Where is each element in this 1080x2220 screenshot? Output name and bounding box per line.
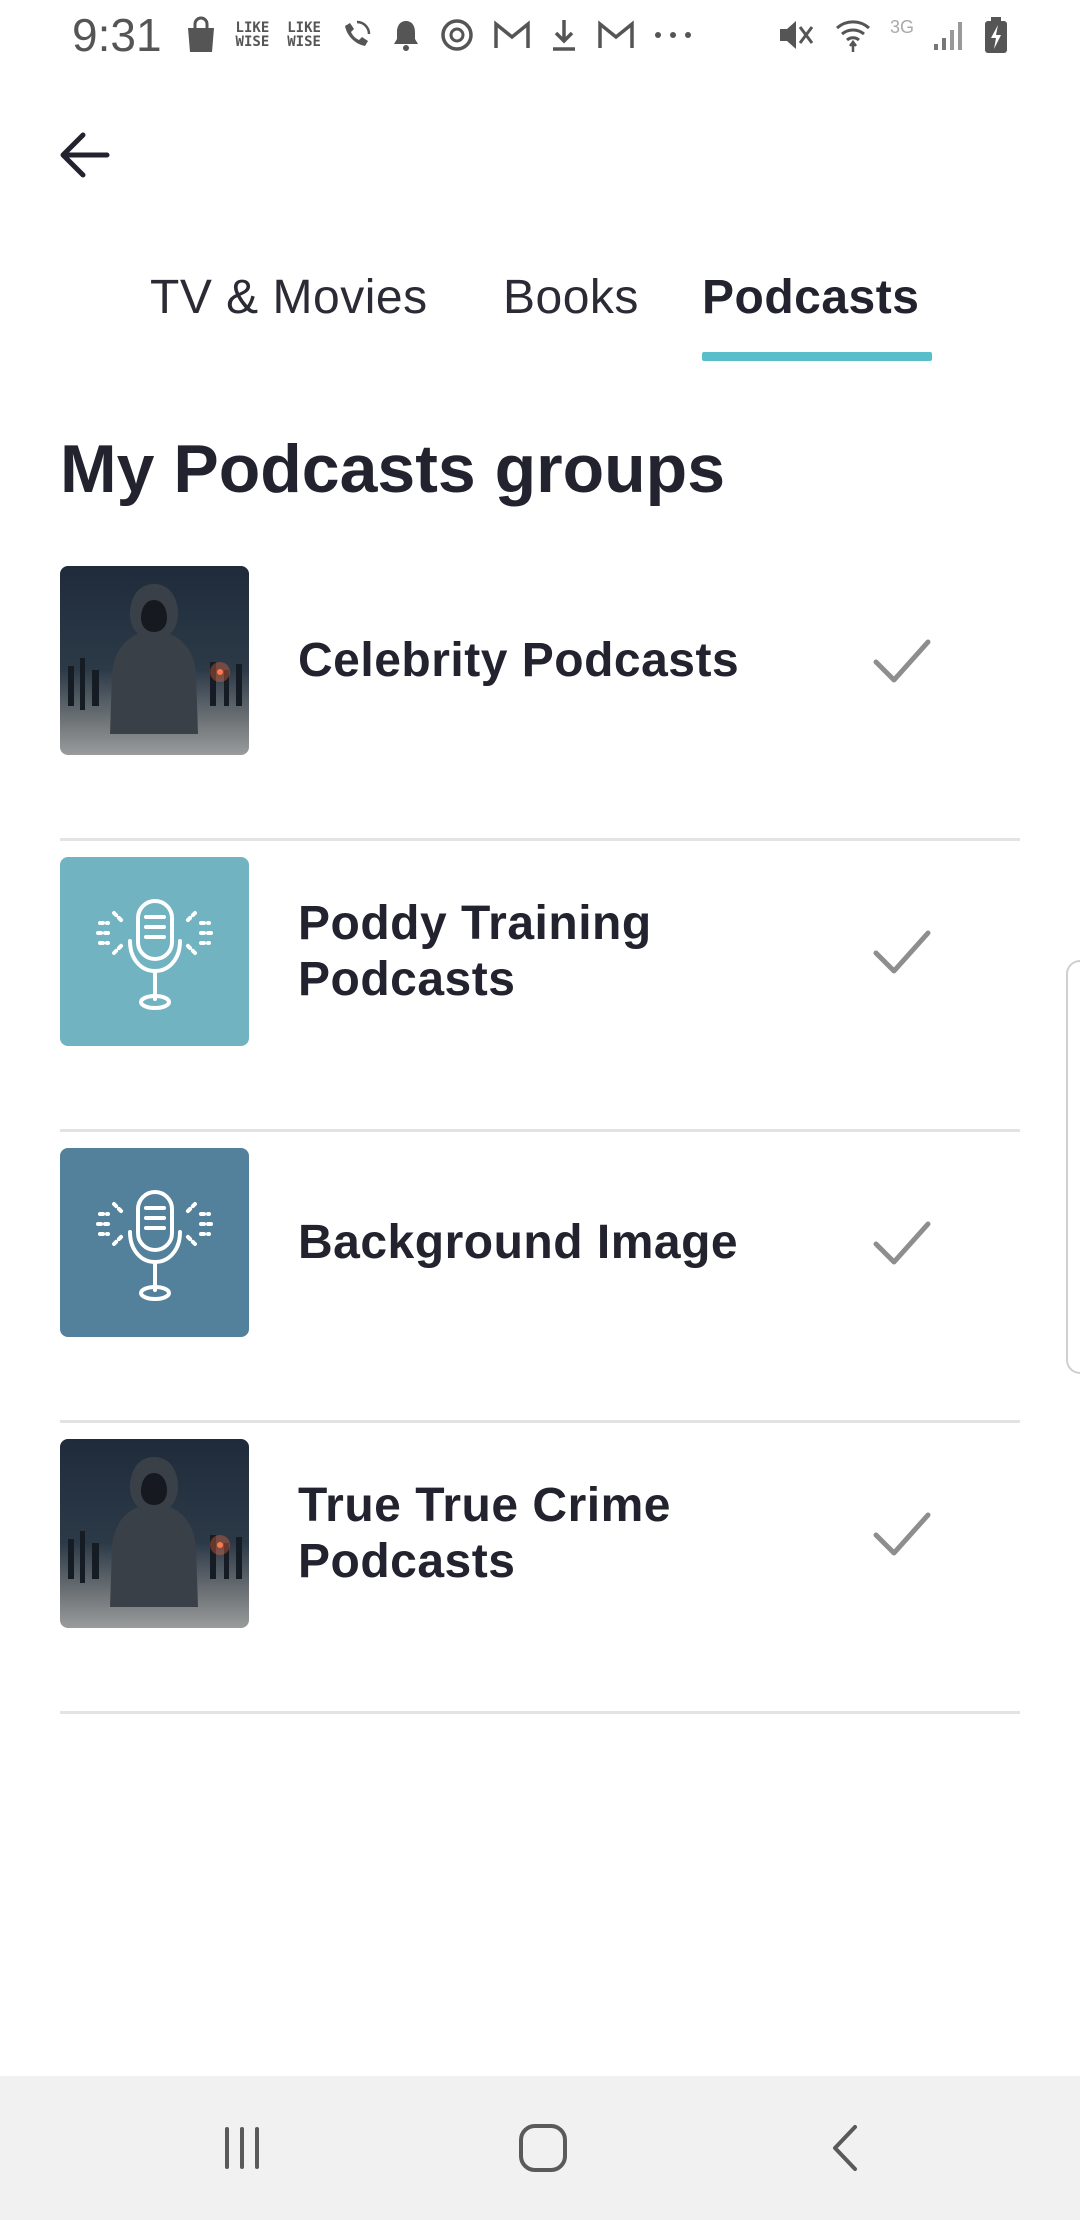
mute-icon	[776, 15, 816, 55]
home-button[interactable]	[507, 2112, 579, 2184]
wifi-icon	[834, 15, 872, 55]
list-item[interactable]: Poddy Training Podcasts	[60, 841, 1020, 1132]
sync-icon	[439, 15, 475, 55]
likewise-icon: LIKE WISE	[235, 20, 270, 50]
likewise-icon: LIKE WISE	[287, 20, 321, 50]
checkmark-icon	[873, 930, 931, 974]
back-button[interactable]	[52, 122, 118, 188]
system-back-button[interactable]	[810, 2112, 882, 2184]
podcast-group-list: Celebrity Podcasts Poddy Training Podcas…	[60, 550, 1020, 1714]
bell-icon	[391, 15, 421, 55]
status-bar: 9:31 LIKE WISE LIKE WISE 3G	[0, 0, 1080, 70]
checkmark-icon	[873, 639, 931, 683]
page-title: My Podcasts groups	[60, 431, 726, 507]
group-name: Poddy Training Podcasts	[298, 897, 652, 1006]
download-icon	[549, 15, 579, 55]
microphone-icon	[96, 899, 213, 1010]
network-type-label: 3G	[889, 16, 914, 37]
signal-icon	[932, 15, 966, 55]
gmail-icon	[597, 15, 635, 55]
hooded-figure-thumbnail	[60, 566, 249, 755]
hooded-figure-thumbnail	[60, 1439, 249, 1628]
status-icons-right: 3G	[776, 15, 1008, 55]
checkmark-icon	[873, 1512, 931, 1556]
microphone-thumbnail	[60, 1148, 249, 1337]
shopping-bag-icon	[184, 15, 218, 55]
more-icon	[653, 15, 693, 55]
list-item[interactable]: Celebrity Podcasts	[60, 550, 1020, 841]
group-name: True True Crime Podcasts	[298, 1479, 671, 1588]
active-tab-indicator	[702, 352, 932, 361]
recents-button[interactable]	[206, 2112, 278, 2184]
microphone-thumbnail	[60, 857, 249, 1046]
list-item[interactable]: True True Crime Podcasts	[60, 1423, 1020, 1714]
status-time: 9:31	[72, 9, 162, 61]
wifi-call-icon	[339, 15, 373, 55]
status-icons-left: LIKE WISE LIKE WISE	[184, 15, 693, 55]
recents-icon	[225, 2127, 259, 2169]
arrow-left-icon	[60, 132, 110, 178]
list-item[interactable]: Background Image	[60, 1132, 1020, 1423]
tab-podcasts[interactable]: Podcasts	[702, 270, 919, 325]
tab-books[interactable]: Books	[503, 270, 639, 325]
checkmark-icon	[873, 1221, 931, 1265]
group-name: Celebrity Podcasts	[298, 633, 740, 687]
tab-tv-movies[interactable]: TV & Movies	[150, 270, 428, 325]
group-name: Background Image	[298, 1215, 739, 1269]
home-icon	[519, 2124, 567, 2172]
edge-panel-handle[interactable]	[1066, 960, 1080, 1374]
gmail-icon	[493, 15, 531, 55]
microphone-icon	[96, 1190, 213, 1301]
system-nav-bar	[0, 2076, 1080, 2220]
back-icon	[833, 2125, 857, 2171]
battery-charging-icon	[984, 15, 1008, 55]
category-tabs: TV & Movies Books Podcasts	[0, 270, 1080, 366]
